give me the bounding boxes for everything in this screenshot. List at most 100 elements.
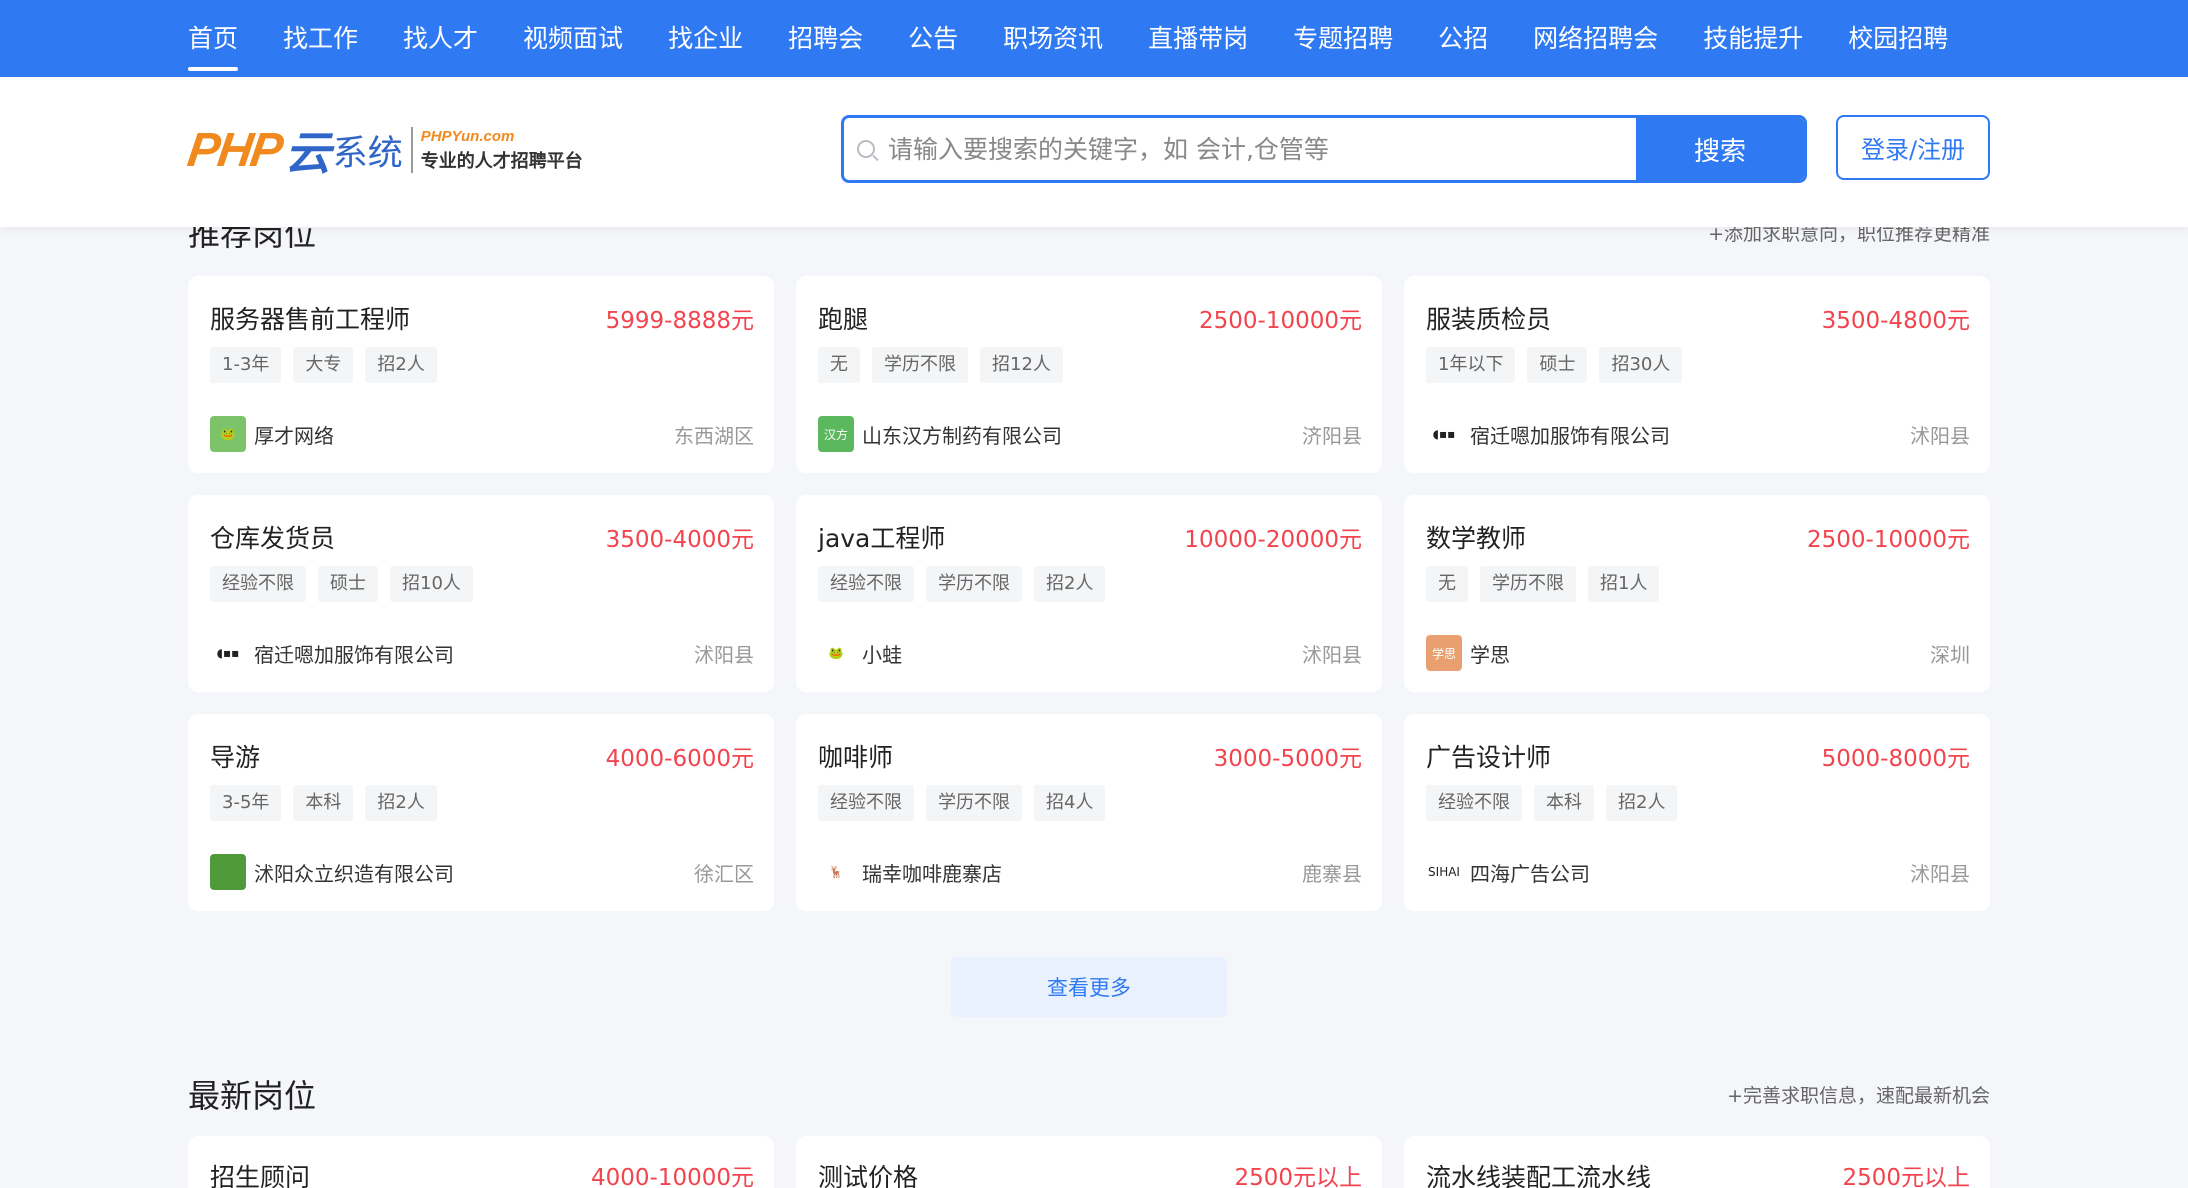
nav-list: 首页 找工作 找人才 视频面试 找企业 招聘会 公告 职场资讯 直播带岗 专题招聘 公招 网络招聘会技… [188,0,1993,77]
company-info[interactable]: SIHAI 四海广告公司 [1426,854,1590,890]
job-title[interactable]: 仓库发货员 [210,519,335,555]
company-name[interactable]: 山东汉方制药有限公司 [862,420,1062,449]
nav-item-7[interactable]: 职场资讯 [1003,0,1103,77]
latest-job-card[interactable]: 流水线装配工流水线 2500元以上 [1404,1136,1990,1188]
job-salary: 3500-4000元 [605,527,754,553]
search-box: 搜索 [841,115,1807,183]
job-card[interactable]: 服装质检员 3500-4800元 1年以下 硕士 招30人 ◖▪▪ 宿迁嗯加服饰有限公司 沭阳… [1404,276,1990,473]
latest-job-card[interactable]: 测试价格 2500元以上 [796,1136,1382,1188]
job-salary: 5000-8000元 [1821,746,1970,772]
company-info[interactable]: 学思 学思 [1426,635,1510,671]
nav-item-5[interactable]: 招聘会 [788,0,863,77]
job-title[interactable]: 广告设计师 [1426,738,1551,774]
job-title[interactable]: 咖啡师 [818,738,893,774]
job-tags: 无学历不限 招1人 [1426,566,1970,602]
job-card-footer: 学思 学思 深圳 [1426,635,1970,671]
job-card-footer: SIHAI 四海广告公司 沭阳县 [1426,854,1970,890]
job-tag: 招2人 [365,347,437,383]
login-register-button[interactable]: 登录/注册 [1836,115,1990,180]
job-location: 济阳县 [1302,423,1362,448]
job-card-header: 广告设计师 5000-8000元 [1426,738,1970,774]
job-card-footer: 🐸 厚才网络 东西湖区 [210,416,754,452]
job-card[interactable]: 跑腿 2500-10000元无学历不限 招12人 汉方 山东汉方制药有限公司 济阳县 [796,276,1382,473]
company-name[interactable]: 四海广告公司 [1470,858,1590,887]
company-name[interactable]: 瑞幸咖啡鹿寨店 [862,858,1002,887]
job-location: 徐汇区 [694,861,754,886]
job-salary: 3000-5000元 [1213,746,1362,772]
company-info[interactable]: ◖▪▪ 宿迁嗯加服饰有限公司 [1426,416,1670,452]
job-tag: 经验不限 [818,566,914,602]
job-title[interactable]: 跑腿 [818,300,868,336]
job-title[interactable]: java工程师 [818,519,945,555]
company-name[interactable]: 宿迁嗯加服饰有限公司 [254,639,454,668]
nav-item-9[interactable]: 专题招聘 [1293,0,1393,77]
company-name[interactable]: 宿迁嗯加服饰有限公司 [1470,420,1670,449]
job-location: 东西湖区 [674,423,754,448]
job-card[interactable]: 广告设计师 5000-8000元 经验不限 本科 招2人 SIHAI 四海广告公司 沭阳县 [1404,714,1990,911]
job-card[interactable]: 仓库发货员 3500-4000元 经验不限 硕士 招10人 ◖▪▪ 宿迁嗯加服饰有限公司 沭阳… [188,495,774,692]
job-title[interactable]: 测试价格 [818,1158,918,1188]
nav-item-2[interactable]: 找人才 [403,0,478,77]
company-name[interactable]: 沭阳众立织造有限公司 [254,858,454,887]
job-salary: 3500-4800元 [1821,308,1970,334]
complete-profile-link[interactable]: +完善求职信息，速配最新机会 [1727,1081,1990,1108]
company-info[interactable]: 🐸 小蛙 [818,635,902,671]
job-tag: 1-3年 [210,347,282,383]
view-more-button[interactable]: 查看更多 [951,957,1227,1017]
site-logo[interactable]: PHP 云 系统 PHPYun.com 专业的人才招聘平台 [184,117,582,183]
company-info[interactable]: 沭阳众立织造有限公司 [210,854,454,890]
job-card[interactable]: 数学教师 2500-10000元无学历不限 招1人 学思 学思 深圳 [1404,495,1990,692]
job-location: 沭阳县 [1910,861,1970,886]
search-input[interactable] [888,118,1636,180]
recommended-jobs-grid: 服务器售前工程师 5999-8888元 1-3年 大专 招2人 🐸 厚才网络 东西湖区 跑腿 25… [188,276,1990,911]
nav-item-13[interactable]: 校园招聘 [1848,0,1948,77]
job-tag: 招12人 [980,347,1063,383]
job-card[interactable]: 服务器售前工程师 5999-8888元 1-3年 大专 招2人 🐸 厚才网络 东西湖区 [188,276,774,473]
latest-job-card[interactable]: 招生顾问 4000-10000元 [188,1136,774,1188]
job-card[interactable]: 咖啡师 3000-5000元 经验不限 学历不限 招4人 🦌 瑞幸咖啡鹿寨店 鹿寨县 [796,714,1382,911]
job-tag: 招2人 [1034,566,1106,602]
job-card-header: 仓库发货员 3500-4000元 [210,519,754,555]
nav-item-6[interactable]: 公告 [908,0,958,77]
company-info[interactable]: 汉方 山东汉方制药有限公司 [818,416,1062,452]
job-title[interactable]: 招生顾问 [210,1158,310,1188]
company-logo: 🐸 [210,416,246,452]
company-info[interactable]: 🦌 瑞幸咖啡鹿寨店 [818,854,1002,890]
job-card-header: 服务器售前工程师 5999-8888元 [210,300,754,336]
nav-item-12[interactable]: 技能提升 [1703,0,1803,77]
company-name[interactable]: 小蛙 [862,639,902,668]
job-tag: 学历不限 [1480,566,1576,602]
nav-item-11[interactable]: 网络招聘会 [1533,0,1658,77]
job-tag: 学历不限 [872,347,968,383]
nav-item-0[interactable]: 首页 [188,0,239,77]
job-tag: 1年以下 [1426,347,1516,383]
job-tags: 1年以下 硕士 招30人 [1426,347,1970,383]
job-tags: 1-3年 大专 招2人 [210,347,754,383]
company-name[interactable]: 厚才网络 [254,420,334,449]
company-info[interactable]: ◖▪▪ 宿迁嗯加服饰有限公司 [210,635,454,671]
company-info[interactable]: 🐸 厚才网络 [210,416,334,452]
company-logo: SIHAI [1426,854,1462,890]
search-button[interactable]: 搜索 [1636,118,1804,180]
job-title[interactable]: 流水线装配工流水线 [1426,1158,1651,1188]
nav-item-8[interactable]: 直播带岗 [1148,0,1248,77]
nav-item-10[interactable]: 公招 [1438,0,1488,77]
nav-item-4[interactable]: 找企业 [668,0,743,77]
job-tag: 无 [1426,566,1468,602]
job-title[interactable]: 服装质检员 [1426,300,1551,336]
job-tag: 本科 [293,785,354,821]
job-location: 沭阳县 [694,642,754,667]
job-card-header: 导游 4000-6000元 [210,738,754,774]
nav-item-3[interactable]: 视频面试 [523,0,623,77]
job-card[interactable]: 导游 4000-6000元 3-5年 本科 招2人 沭阳众立织造有限公司 徐汇区 [188,714,774,911]
company-logo: 学思 [1426,635,1462,671]
company-name[interactable]: 学思 [1470,639,1510,668]
job-title[interactable]: 服务器售前工程师 [210,300,410,336]
job-card-footer: ◖▪▪ 宿迁嗯加服饰有限公司 沭阳县 [210,635,754,671]
logo-php-text: PHP [184,123,285,177]
job-title[interactable]: 数学教师 [1426,519,1526,555]
nav-item-1[interactable]: 找工作 [283,0,358,77]
job-title[interactable]: 导游 [210,738,260,774]
job-card[interactable]: java工程师 10000-20000元 经验不限 学历不限 招2人 🐸 小蛙 沭阳县 [796,495,1382,692]
job-card-header: 跑腿 2500-10000元 [818,300,1362,336]
